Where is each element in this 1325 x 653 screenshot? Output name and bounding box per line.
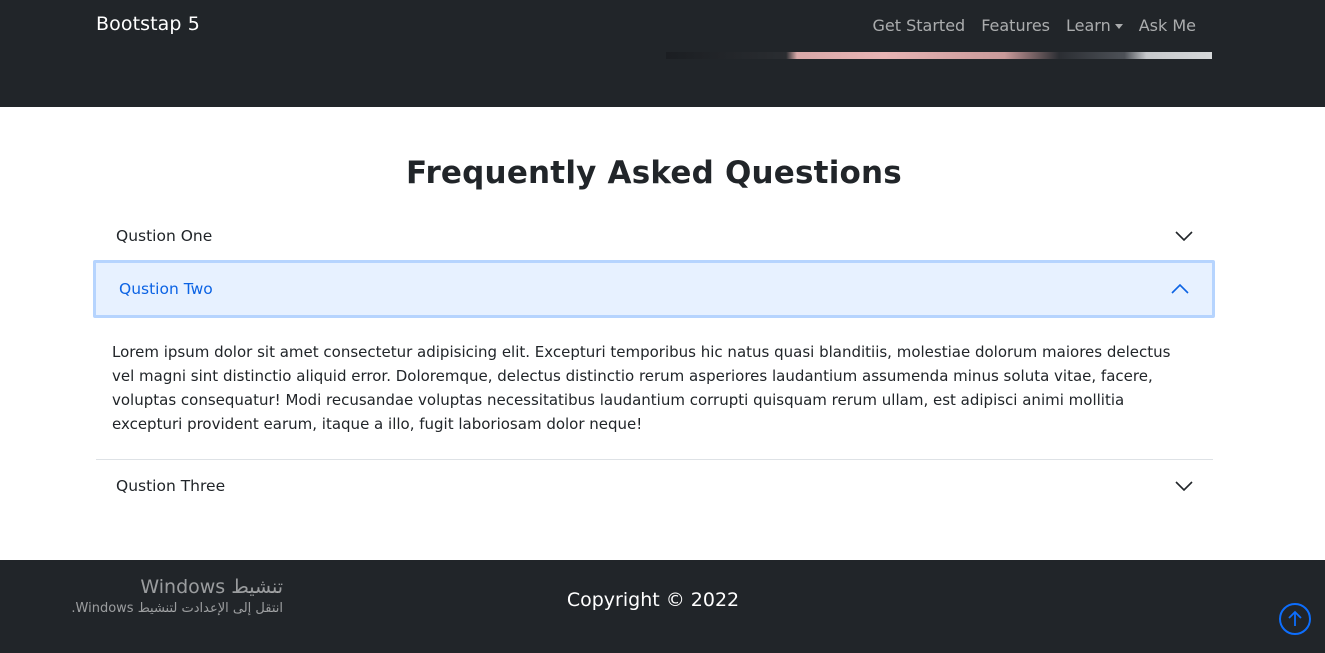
copyright-text: Copyright © 2022 (566, 589, 740, 611)
back-to-top-button[interactable] (1279, 603, 1311, 635)
nav-item-learn-label: Learn (1066, 16, 1111, 35)
accordion-label: Qustion Two (119, 280, 213, 298)
accordion-button-question-one[interactable]: Qustion One (96, 212, 1213, 260)
hero-image (666, 52, 1212, 59)
accordion-button-question-three[interactable]: Qustion Three (96, 462, 1213, 510)
navbar-brand[interactable]: Bootstap 5 (96, 13, 200, 35)
navbar: Bootstap 5 Get Started Features Learn As… (0, 0, 1325, 107)
faq-title: Frequently Asked Questions (406, 155, 902, 191)
accordion-label: Qustion Three (116, 477, 226, 495)
footer: تنشيط Windows انتقل إلى الإعدادت لتنشيط … (0, 560, 1325, 653)
caret-down-icon (1114, 24, 1123, 29)
accordion-divider (96, 459, 1213, 460)
nav-item-features[interactable]: Features (973, 16, 1058, 35)
chevron-up-icon (1171, 284, 1189, 294)
accordion-button-question-two[interactable]: Qustion Two (93, 260, 1215, 318)
chevron-down-icon (1175, 481, 1193, 491)
nav-item-get-started[interactable]: Get Started (865, 16, 974, 35)
accordion-label: Qustion One (116, 227, 213, 245)
arrow-up-icon (1288, 610, 1302, 626)
chevron-down-icon (1175, 231, 1193, 241)
nav-item-learn[interactable]: Learn (1058, 16, 1131, 35)
navbar-nav: Get Started Features Learn Ask Me (865, 16, 1204, 35)
accordion-body-question-two: Lorem ipsum dolor sit amet consectetur a… (112, 343, 1171, 433)
nav-item-ask-me[interactable]: Ask Me (1131, 16, 1204, 35)
